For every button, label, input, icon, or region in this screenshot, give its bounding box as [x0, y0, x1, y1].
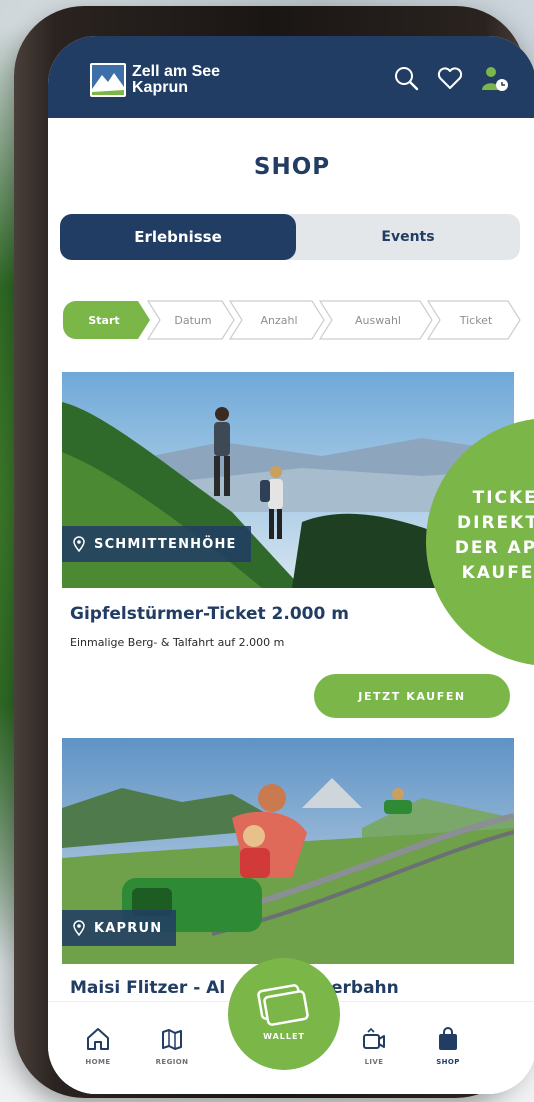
brand-name: Zell am See Kaprun	[132, 64, 220, 96]
phone-screen: Zell am See Kaprun SHOP Erlebnisse Event…	[48, 36, 534, 1094]
heart-icon[interactable]	[436, 64, 464, 92]
phone-frame: Zell am See Kaprun SHOP Erlebnisse Event…	[14, 6, 534, 1098]
location-tag-2: KAPRUN	[62, 910, 177, 946]
step-ticket[interactable]: Ticket	[438, 300, 514, 340]
tab-events[interactable]: Events	[296, 214, 520, 260]
nav-live[interactable]: LIVE	[344, 1026, 404, 1066]
nav-live-label: LIVE	[364, 1058, 384, 1066]
promo-line-1: TICKET	[472, 488, 534, 508]
brand-logo[interactable]: Zell am See Kaprun	[90, 63, 220, 97]
search-icon[interactable]	[392, 64, 420, 92]
card-2-title-left[interactable]: Maisi Flitzer - Al	[70, 978, 225, 998]
location-name: KAPRUN	[94, 920, 163, 936]
nav-region[interactable]: REGION	[142, 1026, 202, 1066]
nav-home[interactable]: HOME	[68, 1026, 128, 1066]
step-anzahl[interactable]: Anzahl	[240, 300, 318, 340]
location-pin-icon	[73, 920, 85, 936]
card-2-title-right[interactable]: erbahn	[331, 978, 399, 998]
step-datum[interactable]: Datum	[158, 300, 228, 340]
location-name: SCHMITTENHÖHE	[94, 536, 237, 552]
card-1-subtitle: Einmalige Berg- & Talfahrt auf 2.000 m	[70, 636, 285, 649]
promo-line-3: DER AP	[454, 538, 534, 558]
webcam-icon	[363, 1027, 385, 1049]
location-pin-icon	[73, 536, 85, 552]
nav-region-label: REGION	[155, 1058, 189, 1066]
location-tag-1: SCHMITTENHÖHE	[62, 526, 251, 562]
mountain-logo-icon	[90, 63, 126, 97]
page-title: SHOP	[253, 154, 331, 180]
step-auswahl[interactable]: Auswahl	[330, 300, 426, 340]
step-start[interactable]: Start	[64, 300, 144, 340]
nav-shop-label: SHOP	[436, 1058, 460, 1066]
card-1-title[interactable]: Gipfelstürmer-Ticket 2.000 m	[70, 604, 349, 624]
wallet-button[interactable]: WALLET	[228, 958, 340, 1070]
app-header: Zell am See Kaprun	[48, 36, 534, 118]
tab-erlebnisse[interactable]: Erlebnisse	[60, 214, 296, 260]
nav-home-label: HOME	[85, 1058, 111, 1066]
account-icon[interactable]	[480, 64, 508, 92]
nav-shop[interactable]: SHOP	[418, 1026, 478, 1066]
wallet-icon	[257, 984, 309, 1026]
map-icon	[162, 1029, 182, 1050]
wallet-label: WALLET	[263, 1032, 305, 1041]
buy-now-button[interactable]: JETZT KAUFEN	[314, 674, 510, 718]
shopping-bag-icon	[439, 1027, 457, 1050]
promo-line-4: KAUFE	[461, 563, 534, 583]
category-toggle: Erlebnisse Events	[60, 214, 520, 260]
brand-line-1: Zell am See	[132, 63, 221, 80]
booking-stepper: Start Datum Anzahl Auswahl Ticket	[62, 300, 522, 340]
brand-line-2: Kaprun	[132, 79, 188, 96]
promo-line-2: DIREKT	[457, 513, 534, 533]
home-icon	[87, 1028, 109, 1050]
